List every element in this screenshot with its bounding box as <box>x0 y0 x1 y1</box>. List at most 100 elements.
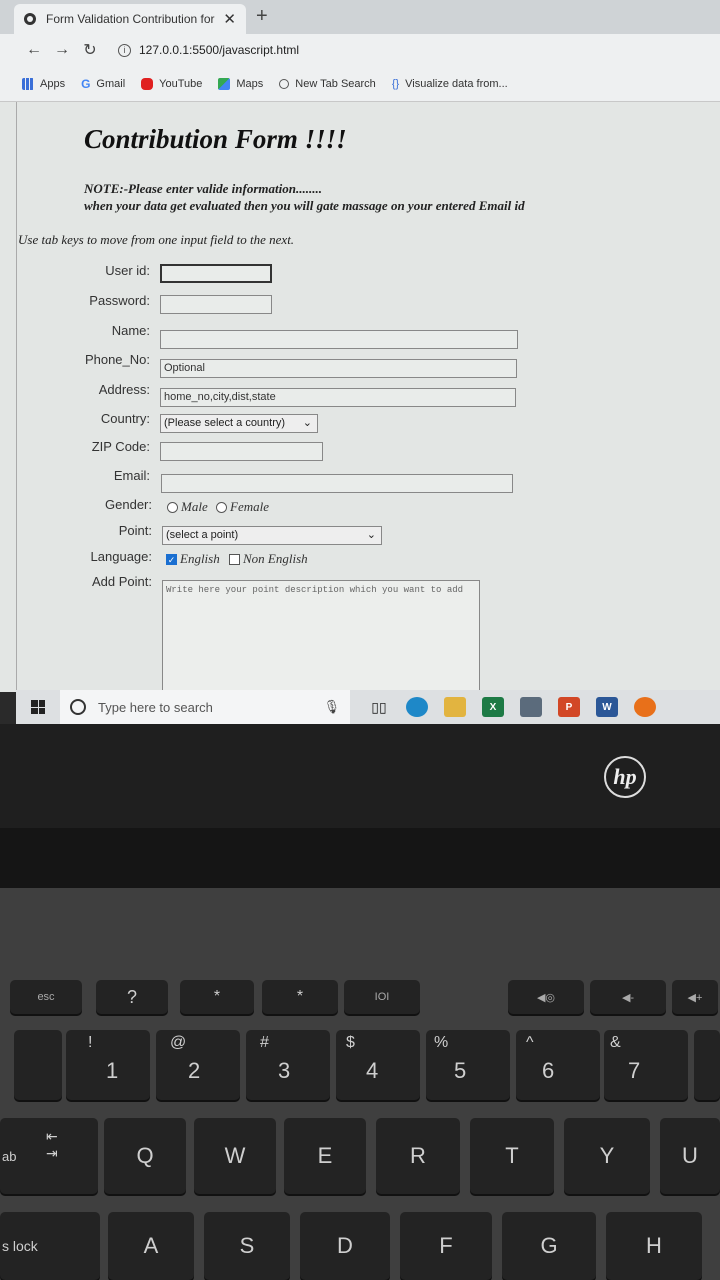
country-selected: (Please select a country) <box>164 417 286 429</box>
key-2: @ 2 <box>156 1030 240 1100</box>
name-label: Name: <box>111 323 150 338</box>
word-icon[interactable]: W <box>596 697 618 717</box>
phone-input[interactable]: Optional <box>160 359 517 378</box>
key-8-partial <box>694 1030 720 1100</box>
key-f: F <box>400 1212 492 1280</box>
key-h: H <box>606 1212 702 1280</box>
userid-label: User id: <box>105 263 150 278</box>
firefox-icon[interactable] <box>634 697 656 717</box>
page-title: Contribution Form !!!! <box>84 124 347 154</box>
key-e: E <box>284 1118 366 1194</box>
key-d: D <box>300 1212 390 1280</box>
point-label: Point: <box>118 523 152 538</box>
key-g: G <box>502 1212 596 1280</box>
bookmark-maps[interactable]: Maps <box>218 77 263 90</box>
key-4: $ 4 <box>336 1030 420 1100</box>
chevron-down-icon: ⌄ <box>302 417 312 429</box>
taskbar-search[interactable]: Type here to search 🎙 <box>60 690 350 724</box>
store-icon[interactable] <box>520 697 542 717</box>
hp-logo: hp <box>604 756 646 798</box>
key-6: ^ 6 <box>516 1030 600 1100</box>
taskbar-apps: ▯▯ X P W <box>360 697 664 717</box>
bookmark-apps[interactable]: Apps <box>22 77 65 90</box>
password-input[interactable] <box>160 295 272 314</box>
file-explorer-icon[interactable] <box>444 697 466 717</box>
bookmark-visualize[interactable]: {} Visualize data from... <box>392 78 508 90</box>
point-select[interactable]: (select a point) ⌄ <box>162 526 382 545</box>
point-selected: (select a point) <box>166 529 239 541</box>
lang-english-option[interactable]: ✓ English <box>166 551 220 567</box>
bookmarks-bar: Apps G Gmail YouTube Maps New Tab Search… <box>0 66 720 102</box>
url-text: 127.0.0.1:5500/javascript.html <box>139 43 300 57</box>
checkbox[interactable] <box>229 553 240 565</box>
zip-input[interactable] <box>160 442 323 461</box>
radio-button[interactable] <box>216 501 227 513</box>
note-line-1: NOTE:-Please enter valide information...… <box>84 181 322 196</box>
userid-input[interactable] <box>160 264 272 283</box>
bookmark-gmail[interactable]: G Gmail <box>81 78 125 90</box>
microphone-icon[interactable]: 🎙 <box>323 699 340 715</box>
key-f4: IOI <box>344 980 420 1014</box>
addpoint-textarea[interactable]: Write here your point description which … <box>162 580 480 692</box>
radio-button[interactable] <box>167 501 178 513</box>
browser-tab[interactable]: Form Validation Contribution for ✕ <box>14 4 246 34</box>
key-f3: * <box>262 980 338 1014</box>
edge-icon[interactable] <box>406 697 428 717</box>
chevron-down-icon: ⌄ <box>366 529 376 541</box>
address-input[interactable]: home_no,city,dist,state <box>160 388 516 407</box>
key-f7: ◀- <box>590 980 666 1014</box>
windows-logo-icon <box>31 700 45 714</box>
gender-female-option[interactable]: Female <box>216 499 269 515</box>
page-content: Contribution Form !!!! NOTE:-Please ente… <box>0 102 720 692</box>
youtube-icon <box>141 77 154 90</box>
key-t: T <box>470 1118 554 1194</box>
key-q: Q <box>104 1118 186 1194</box>
phone-label: Phone_No: <box>84 352 150 367</box>
code-braces-icon: {} <box>391 77 400 90</box>
key-w: W <box>194 1118 276 1194</box>
language-label: Language: <box>90 549 152 564</box>
password-label: Password: <box>89 293 150 308</box>
note-line-2: when your data get evaluated then you wi… <box>84 198 525 213</box>
start-button[interactable] <box>16 690 60 724</box>
checkbox-checked[interactable]: ✓ <box>166 553 177 565</box>
email-input[interactable] <box>161 474 513 493</box>
email-label: Email: <box>113 468 150 483</box>
tab-close-icon[interactable]: ✕ <box>223 10 236 28</box>
key-tab: ab ⇤ ⇥ <box>0 1118 98 1194</box>
info-icon[interactable]: i <box>118 43 131 57</box>
laptop-hinge <box>0 828 720 888</box>
key-esc: esc <box>10 980 82 1014</box>
google-icon: G <box>81 76 91 91</box>
country-select[interactable]: (Please select a country) ⌄ <box>160 414 318 433</box>
maps-icon <box>218 77 231 90</box>
lang-non-english-option[interactable]: Non English <box>229 551 308 567</box>
powerpoint-icon[interactable]: P <box>558 697 580 717</box>
bookmark-youtube[interactable]: YouTube <box>141 77 202 90</box>
bookmark-new-tab-search[interactable]: New Tab Search <box>279 78 376 90</box>
key-f6: ◀◎ <box>508 980 584 1014</box>
key-1: ! 1 <box>66 1030 150 1100</box>
new-tab-icon[interactable]: + <box>256 5 268 28</box>
key-f2: * <box>180 980 254 1014</box>
country-label: Country: <box>100 411 150 426</box>
site-favicon-icon <box>24 13 36 25</box>
taskbar-search-placeholder: Type here to search <box>98 699 213 715</box>
reload-icon[interactable]: ↻ <box>76 40 104 60</box>
forward-arrow-icon[interactable]: → <box>48 41 76 59</box>
gender-male-option[interactable]: Male <box>167 499 208 515</box>
key-7: & 7 <box>604 1030 688 1100</box>
addpoint-placeholder: Write here your point description which … <box>166 585 464 595</box>
excel-icon[interactable]: X <box>482 697 504 717</box>
gender-label: Gender: <box>105 497 152 512</box>
key-s: S <box>204 1212 290 1280</box>
tab-title: Form Validation Contribution for <box>46 12 215 26</box>
back-arrow-icon[interactable]: ← <box>20 41 48 59</box>
address-bar[interactable]: i 127.0.0.1:5500/javascript.html <box>118 43 299 57</box>
browser-toolbar: ← → ↻ i 127.0.0.1:5500/javascript.html <box>0 34 720 66</box>
search-icon <box>279 78 290 89</box>
addpoint-label: Add Point: <box>92 574 152 589</box>
cortana-icon[interactable] <box>70 699 86 715</box>
task-view-icon[interactable]: ▯▯ <box>368 697 390 717</box>
name-input[interactable] <box>160 330 518 349</box>
